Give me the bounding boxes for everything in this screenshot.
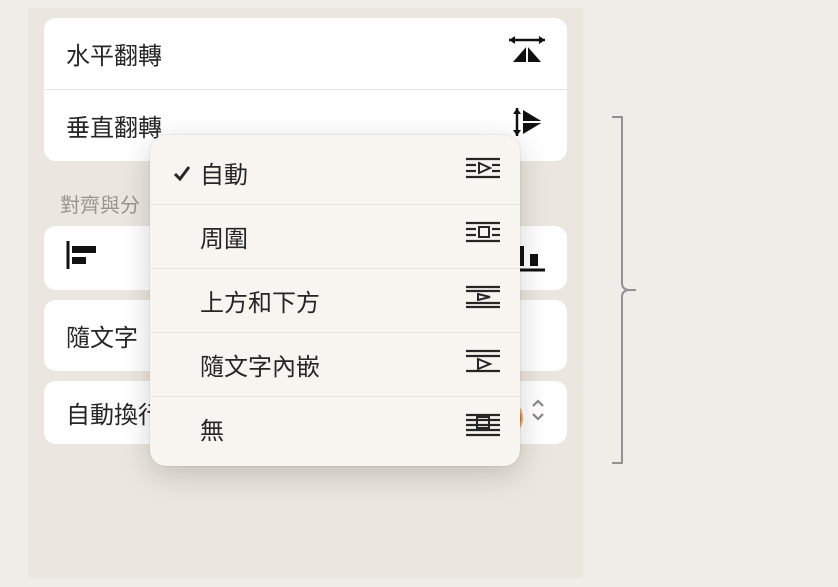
align-left-icon	[66, 241, 100, 276]
flip-vertical-icon	[509, 108, 545, 143]
popup-item-inline[interactable]: 隨文字內嵌	[150, 332, 520, 396]
flip-horizontal-label: 水平翻轉	[66, 36, 509, 71]
checkmark-icon	[164, 163, 200, 183]
wrap-above-below-icon	[466, 284, 500, 317]
wrap-inline-icon	[466, 348, 500, 381]
flip-horizontal-row[interactable]: 水平翻轉	[44, 18, 567, 89]
wrap-around-icon	[466, 220, 500, 253]
flip-horizontal-icon	[509, 36, 545, 71]
popup-item-around[interactable]: 周圍	[150, 204, 520, 268]
wrap-around-icon	[466, 156, 500, 189]
autowrap-label: 自動換行	[66, 395, 162, 430]
popup-item-label: 隨文字內嵌	[200, 347, 466, 382]
popup-item-label: 無	[200, 411, 466, 446]
callout-bracket	[610, 115, 638, 465]
popup-item-above-below[interactable]: 上方和下方	[150, 268, 520, 332]
wrap-mode-popup: 自動 周圍	[150, 135, 520, 466]
popup-item-none[interactable]: 無	[150, 396, 520, 460]
popup-item-label: 自動	[200, 155, 466, 190]
popup-item-label: 上方和下方	[200, 283, 466, 318]
chevron-up-down-icon	[531, 399, 545, 427]
popup-item-auto[interactable]: 自動	[150, 141, 520, 204]
wrap-none-icon	[466, 412, 500, 445]
popup-item-label: 周圍	[200, 219, 466, 254]
